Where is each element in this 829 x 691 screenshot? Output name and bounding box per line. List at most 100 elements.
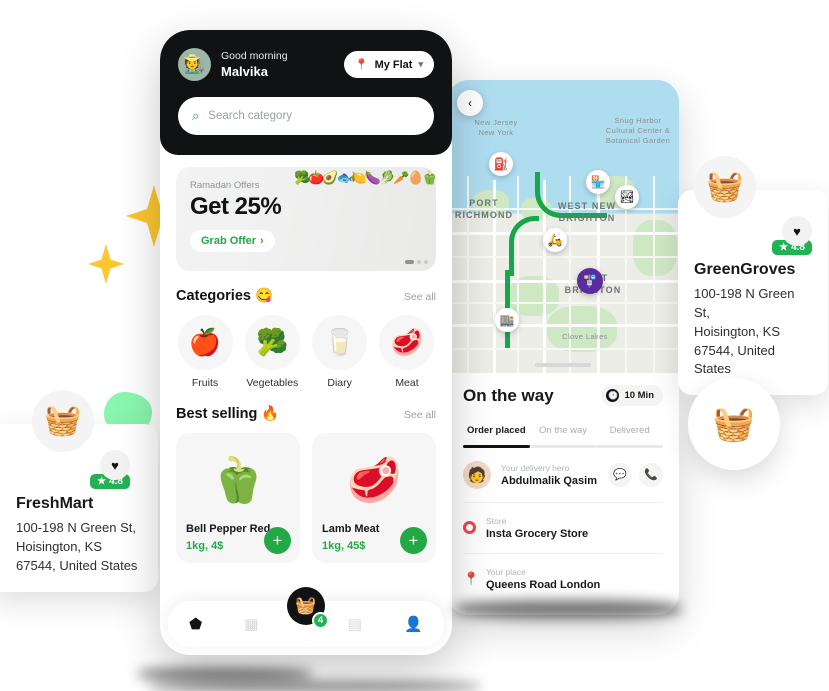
chevron-down-icon: ▾ [418, 59, 423, 69]
categories-see-all[interactable]: See all [404, 291, 436, 303]
promo-text: Ramadan Offers Get 25% Grab Offer › [176, 167, 436, 252]
destination-store-marker-icon[interactable]: 🏬 [495, 308, 519, 332]
tracking-header: On the way 🕐 10 Min [463, 385, 663, 406]
courier-name: Abdulmalik Qasim [501, 474, 597, 487]
categories-list: 🍎 Fruits 🥦 Vegetables 🥛 Diary 🥩 Meat [176, 315, 436, 389]
star-icon: ★ [779, 242, 789, 253]
destination-row: 📍 Your place Queens Road London [463, 554, 663, 604]
scooter-courier-marker-icon[interactable]: 🛵 [543, 228, 567, 252]
page-title: Best selling 🔥 [176, 406, 280, 422]
transit-marker-icon[interactable]: 🚏 [577, 268, 603, 294]
chat-icon: 💬 [613, 469, 627, 481]
milk-icon: 🥛 [312, 315, 368, 370]
chat-button[interactable]: 💬 [608, 462, 632, 487]
tab-label: Delivered [609, 425, 650, 436]
shopping-basket-icon: 🧺 [32, 390, 94, 452]
search-input[interactable]: ⌕ Search category [178, 97, 434, 135]
location-selector[interactable]: 📍 My Flat ▾ [343, 51, 434, 78]
decor-shadow [138, 668, 312, 680]
store-ring-icon [463, 521, 476, 534]
store-address: 100-198 N Green St, Hoisington, KS 67544… [694, 286, 795, 377]
app-content: Ramadan Offers Get 25% Grab Offer › 🥦🍅🥑🐟… [160, 167, 452, 563]
category-item-vegetables[interactable]: 🥦 Vegetables [243, 315, 301, 389]
nav-home[interactable]: ⬟ [189, 615, 202, 633]
map-label: New Jersey [474, 118, 518, 127]
tab-on-the-way[interactable]: On the way [529, 420, 597, 448]
phone-icon: 📞 [644, 469, 658, 481]
grid-icon: ▦ [244, 616, 259, 633]
category-item-meat[interactable]: 🥩 Meat [378, 315, 436, 389]
sheet-grip[interactable] [535, 363, 591, 367]
cart-fab-button[interactable]: 🧺 4 [287, 587, 329, 629]
tab-label: On the way [538, 425, 588, 436]
add-to-cart-button[interactable]: + [400, 527, 427, 554]
call-button[interactable]: 📞 [639, 462, 663, 487]
greeting-row: 🧑‍🌾 Good morning Malvika 📍 My Flat ▾ [178, 48, 434, 81]
favorite-heart-icon[interactable]: ♥ [782, 216, 812, 246]
tab-label: Order placed [467, 425, 526, 436]
map-park [547, 306, 617, 352]
gas-station-marker-icon[interactable]: ⛽ [489, 152, 513, 176]
meat-icon: 🥩 [379, 315, 435, 370]
promo-banner[interactable]: Ramadan Offers Get 25% Grab Offer › 🥦🍅🥑🐟… [176, 167, 436, 271]
delivery-map[interactable]: New Jersey New York Snug Harbor Cultural… [447, 80, 679, 373]
cart-count-badge: 4 [312, 612, 329, 629]
floating-basket-icon[interactable]: 🧺 [688, 378, 780, 470]
store-card-freshmart[interactable]: 🧺 ♥ ★ 4.8 FreshMart 100-198 N Green St, … [0, 390, 158, 592]
courier-avatar: 🧑 [463, 460, 491, 489]
grab-offer-button[interactable]: Grab Offer › [190, 230, 275, 252]
product-card[interactable]: 🫑 Bell Pepper Red 1kg, 4$ + [176, 433, 300, 563]
add-to-cart-button[interactable]: + [264, 527, 291, 554]
promo-pagination[interactable] [405, 260, 428, 264]
nav-orders[interactable]: ▤ [348, 615, 362, 633]
category-label: Vegetables [246, 377, 299, 389]
tab-indicator [596, 445, 664, 448]
chevron-right-icon: › [260, 235, 264, 247]
category-item-diary[interactable]: 🥛 Diary [311, 315, 369, 389]
map-label: Clove Lakes [562, 332, 608, 341]
product-card[interactable]: 🥩 Lamb Meat 1kg, 45$ + [312, 433, 436, 563]
nav-categories[interactable]: ▦ [244, 615, 258, 633]
row-label: Your delivery hero [501, 462, 570, 473]
broccoli-icon: 🥦 [244, 315, 300, 370]
plus-icon: + [272, 531, 283, 550]
mockup-stage: New Jersey New York Snug Harbor Cultural… [0, 0, 829, 691]
map-label: PORT RICHMOND [454, 198, 514, 221]
emoji-icon: 🔥 [261, 406, 280, 422]
map-road [653, 176, 655, 373]
best-selling-see-all[interactable]: See all [404, 409, 436, 421]
map-road [447, 324, 679, 327]
favorite-heart-icon[interactable]: ♥ [100, 450, 130, 480]
tracking-sheet: On the way 🕐 10 Min Order placed On the … [447, 373, 679, 604]
categories-header: Categories 😋 See all [176, 287, 436, 304]
star-icon: ★ [97, 476, 107, 487]
row-label: Store [486, 515, 507, 526]
map-back-button[interactable]: ‹ [457, 90, 483, 116]
map-route-mid [509, 216, 539, 276]
park-marker-icon[interactable]: 🏞 [615, 185, 639, 209]
tracking-title: On the way [463, 385, 554, 405]
category-item-fruits[interactable]: 🍎 Fruits [176, 315, 234, 389]
map-road [447, 302, 679, 304]
map-label: Snug Harbor Cultural Center & Botanical … [605, 116, 671, 146]
promo-title: Get 25% [190, 193, 282, 220]
main-app-phone: 🧑‍🌾 Good morning Malvika 📍 My Flat ▾ ⌕ S… [160, 30, 452, 655]
basket-icon: 🧺 [295, 596, 317, 615]
tab-order-placed[interactable]: Order placed [463, 420, 530, 448]
product-image: 🫑 [210, 456, 266, 505]
shop-marker-icon[interactable]: 🏪 [586, 170, 610, 194]
decor-shadow [455, 600, 681, 618]
destination-value: Queens Road London [486, 578, 601, 591]
map-road [447, 348, 679, 350]
receipt-icon: ▤ [347, 616, 363, 633]
avatar[interactable]: 🧑‍🌾 [178, 48, 211, 81]
location-pin-icon: 📍 [463, 570, 480, 586]
emoji-icon: 😋 [254, 288, 274, 304]
tab-delivered[interactable]: Delivered [596, 420, 664, 448]
map-pin-icon: 📍 [354, 59, 369, 71]
nav-profile[interactable]: 👤 [404, 615, 423, 633]
store-card-greengroves[interactable]: 🧺 ♥ ★ 4.8 GreenGroves 100-198 N Green St… [678, 156, 828, 396]
person-icon: 👤 [404, 616, 423, 633]
store-address: 100-198 N Green St, Hoisington, KS 67544… [16, 520, 138, 573]
page-title: Categories 😋 [176, 288, 274, 304]
